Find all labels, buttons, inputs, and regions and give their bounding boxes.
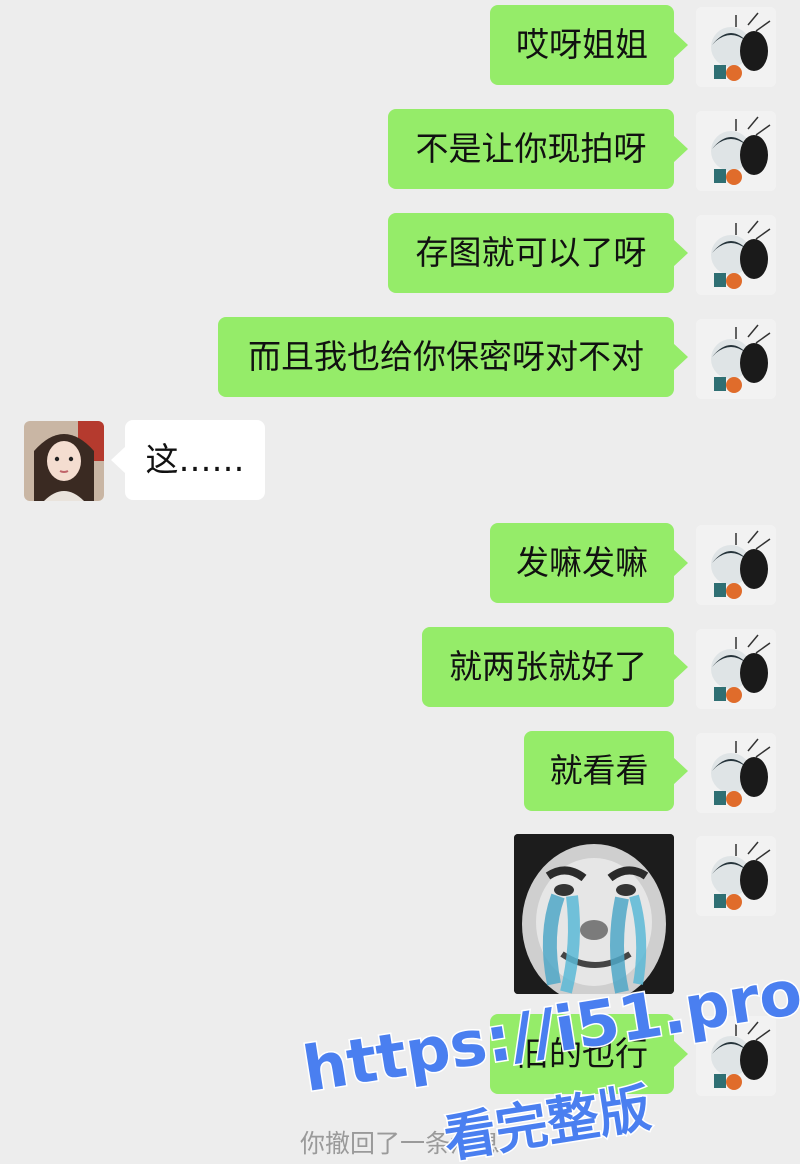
my-avatar[interactable] bbox=[696, 733, 776, 813]
my-avatar[interactable] bbox=[696, 629, 776, 709]
message-bubble-out[interactable]: 存图就可以了呀 bbox=[388, 213, 688, 293]
my-avatar[interactable] bbox=[696, 525, 776, 605]
my-avatar[interactable] bbox=[696, 111, 776, 191]
message-bubble-out[interactable]: 不是让你现拍呀 bbox=[388, 109, 688, 189]
chat-window: 哎呀姐姐 不是让你现拍呀 存图就可以了呀 而且我也给你保密呀对不对 这…… 发嘛… bbox=[0, 0, 800, 1164]
message-bubble-out[interactable]: 就看看 bbox=[524, 731, 688, 811]
message-bubble-out[interactable]: 哎呀姐姐 bbox=[490, 5, 688, 85]
message-bubble-in[interactable]: 这…… bbox=[111, 420, 265, 500]
my-avatar[interactable] bbox=[696, 7, 776, 87]
crying-face-sticker[interactable] bbox=[514, 834, 674, 994]
contact-avatar[interactable] bbox=[24, 421, 104, 501]
my-avatar[interactable] bbox=[696, 319, 776, 399]
my-avatar[interactable] bbox=[696, 215, 776, 295]
my-avatar[interactable] bbox=[696, 836, 776, 916]
message-bubble-out[interactable]: 发嘛发嘛 bbox=[490, 523, 688, 603]
message-bubble-out[interactable]: 就两张就好了 bbox=[422, 627, 688, 707]
message-bubble-out[interactable]: 而且我也给你保密呀对不对 bbox=[218, 317, 688, 397]
recall-system-note: 你撤回了一条消息 bbox=[299, 1129, 500, 1158]
